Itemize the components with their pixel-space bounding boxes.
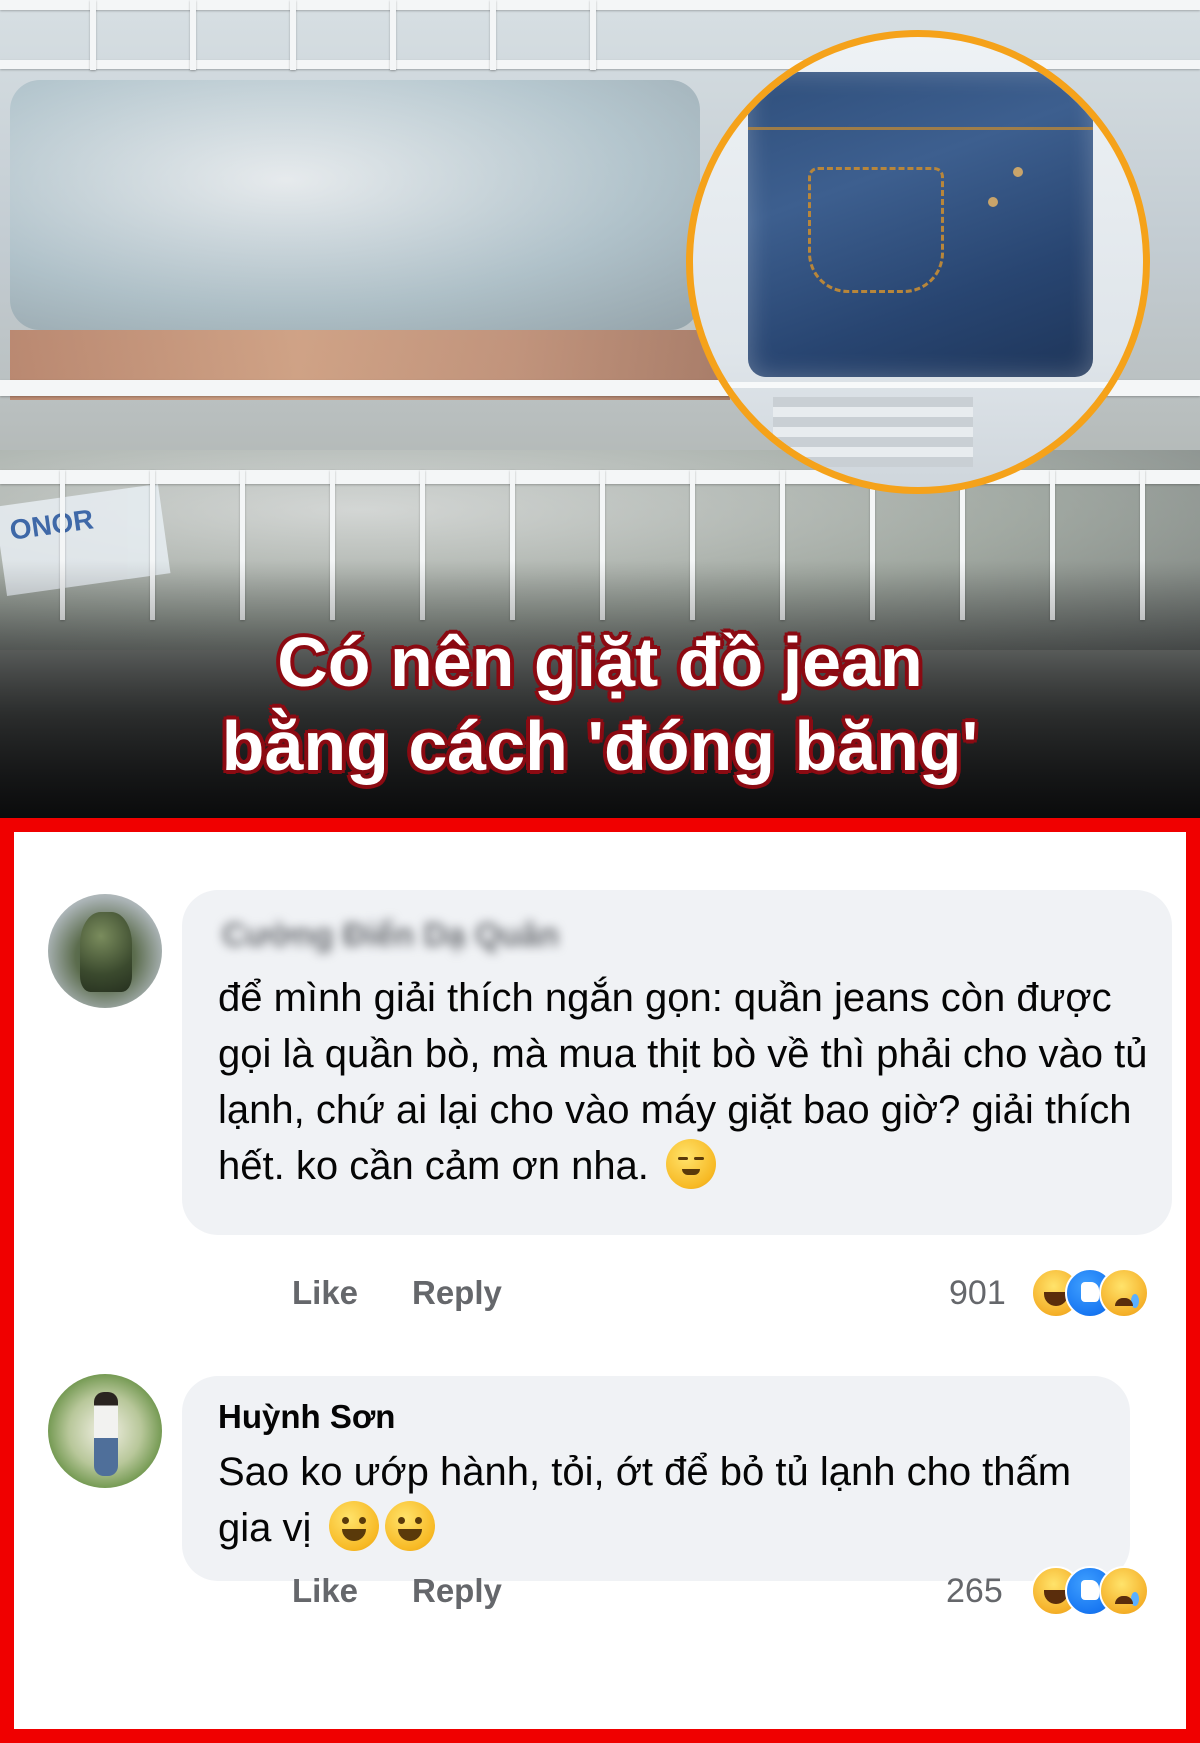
sad-icon [1099, 1268, 1149, 1318]
jeans-pocket [808, 167, 944, 293]
freezer-rack-bar [390, 0, 396, 70]
headline: Có nên giặt đồ jean bằng cách 'đóng băng… [0, 620, 1200, 788]
freezer-rack-bar [90, 0, 96, 70]
comment-bubble: Huỳnh Sơn Sao ko ướp hành, tỏi, ớt để bỏ… [182, 1376, 1130, 1581]
reaction-icons[interactable] [1031, 1268, 1181, 1318]
like-button[interactable]: Like [292, 1572, 358, 1610]
freezer-vent [773, 397, 973, 467]
headline-line-1: Có nên giặt đồ jean [277, 623, 923, 701]
reply-button[interactable]: Reply [412, 1274, 502, 1312]
avatar[interactable] [48, 1374, 162, 1488]
frozen-bag [10, 80, 700, 330]
freezer-rack [0, 0, 1200, 10]
avatar[interactable] [48, 894, 162, 1008]
freezer-rack-bar [190, 0, 196, 70]
jeans-in-bag [748, 72, 1093, 377]
freezer-shelf [693, 382, 1143, 388]
sad-icon [1099, 1566, 1149, 1616]
freezer-rack-bar [590, 0, 596, 70]
jeans-inset-circle [686, 30, 1150, 494]
comment-text: Sao ko ướp hành, tỏi, ớt để bỏ tủ lạnh c… [218, 1444, 1118, 1556]
comment-author[interactable]: Huỳnh Sơn [218, 1398, 395, 1436]
jeans-rivet [988, 197, 998, 207]
jeans-waistband [748, 127, 1093, 130]
reaction-icons[interactable] [1031, 1566, 1181, 1616]
person-avatar-image [94, 1392, 118, 1476]
reply-button[interactable]: Reply [412, 1572, 502, 1610]
freezer-rack-bar [290, 0, 296, 70]
freezer-rack-bar [490, 0, 496, 70]
comment-text: để mình giải thích ngắn gọn: quần jeans … [218, 970, 1158, 1194]
like-button[interactable]: Like [292, 1274, 358, 1312]
smiling-face-icon [666, 1139, 717, 1189]
comment-author[interactable]: Cường Điển Dạ Quân [222, 916, 559, 954]
comment-bubble: Cường Điển Dạ Quân để mình giải thích ng… [182, 890, 1172, 1235]
reaction-count[interactable]: 901 [949, 1274, 1006, 1313]
grinning-face-icon [384, 1501, 435, 1551]
tree-avatar-image [80, 912, 132, 992]
reaction-count[interactable]: 265 [946, 1572, 1003, 1611]
hero-photo: ONOR Có nên giặt đồ jean bằng cách 'đóng… [0, 0, 1200, 818]
headline-line-2: bằng cách 'đóng băng' [221, 707, 979, 785]
comments-panel: Cường Điển Dạ Quân để mình giải thích ng… [0, 818, 1200, 1743]
jeans-rivet [1013, 167, 1023, 177]
grinning-face-icon [328, 1501, 379, 1551]
